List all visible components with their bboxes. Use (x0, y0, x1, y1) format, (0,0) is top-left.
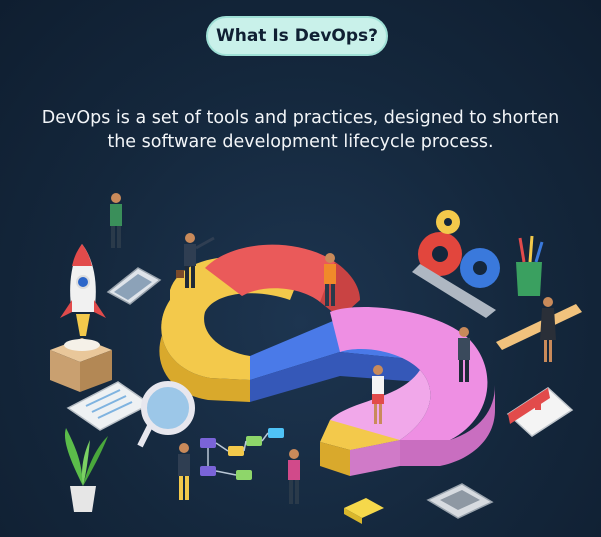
person-bottom-center (288, 449, 300, 504)
pencil-cup-icon (516, 235, 544, 296)
rocket-icon (60, 244, 106, 336)
sticky-notes-icon (344, 498, 384, 524)
person-far-right (540, 297, 556, 362)
plant-icon (64, 428, 108, 512)
box-icon (50, 338, 112, 392)
flowchart-icon (200, 428, 284, 480)
person-bottom-left (178, 443, 190, 500)
phone-icon (106, 267, 162, 305)
person-top-left (110, 193, 122, 248)
ruler-icon (496, 304, 582, 350)
magnifier-icon (137, 381, 195, 448)
gears-icon (412, 210, 500, 318)
devops-illustration (50, 193, 582, 524)
calendar-icon (506, 387, 574, 437)
calculator-icon (426, 483, 494, 519)
